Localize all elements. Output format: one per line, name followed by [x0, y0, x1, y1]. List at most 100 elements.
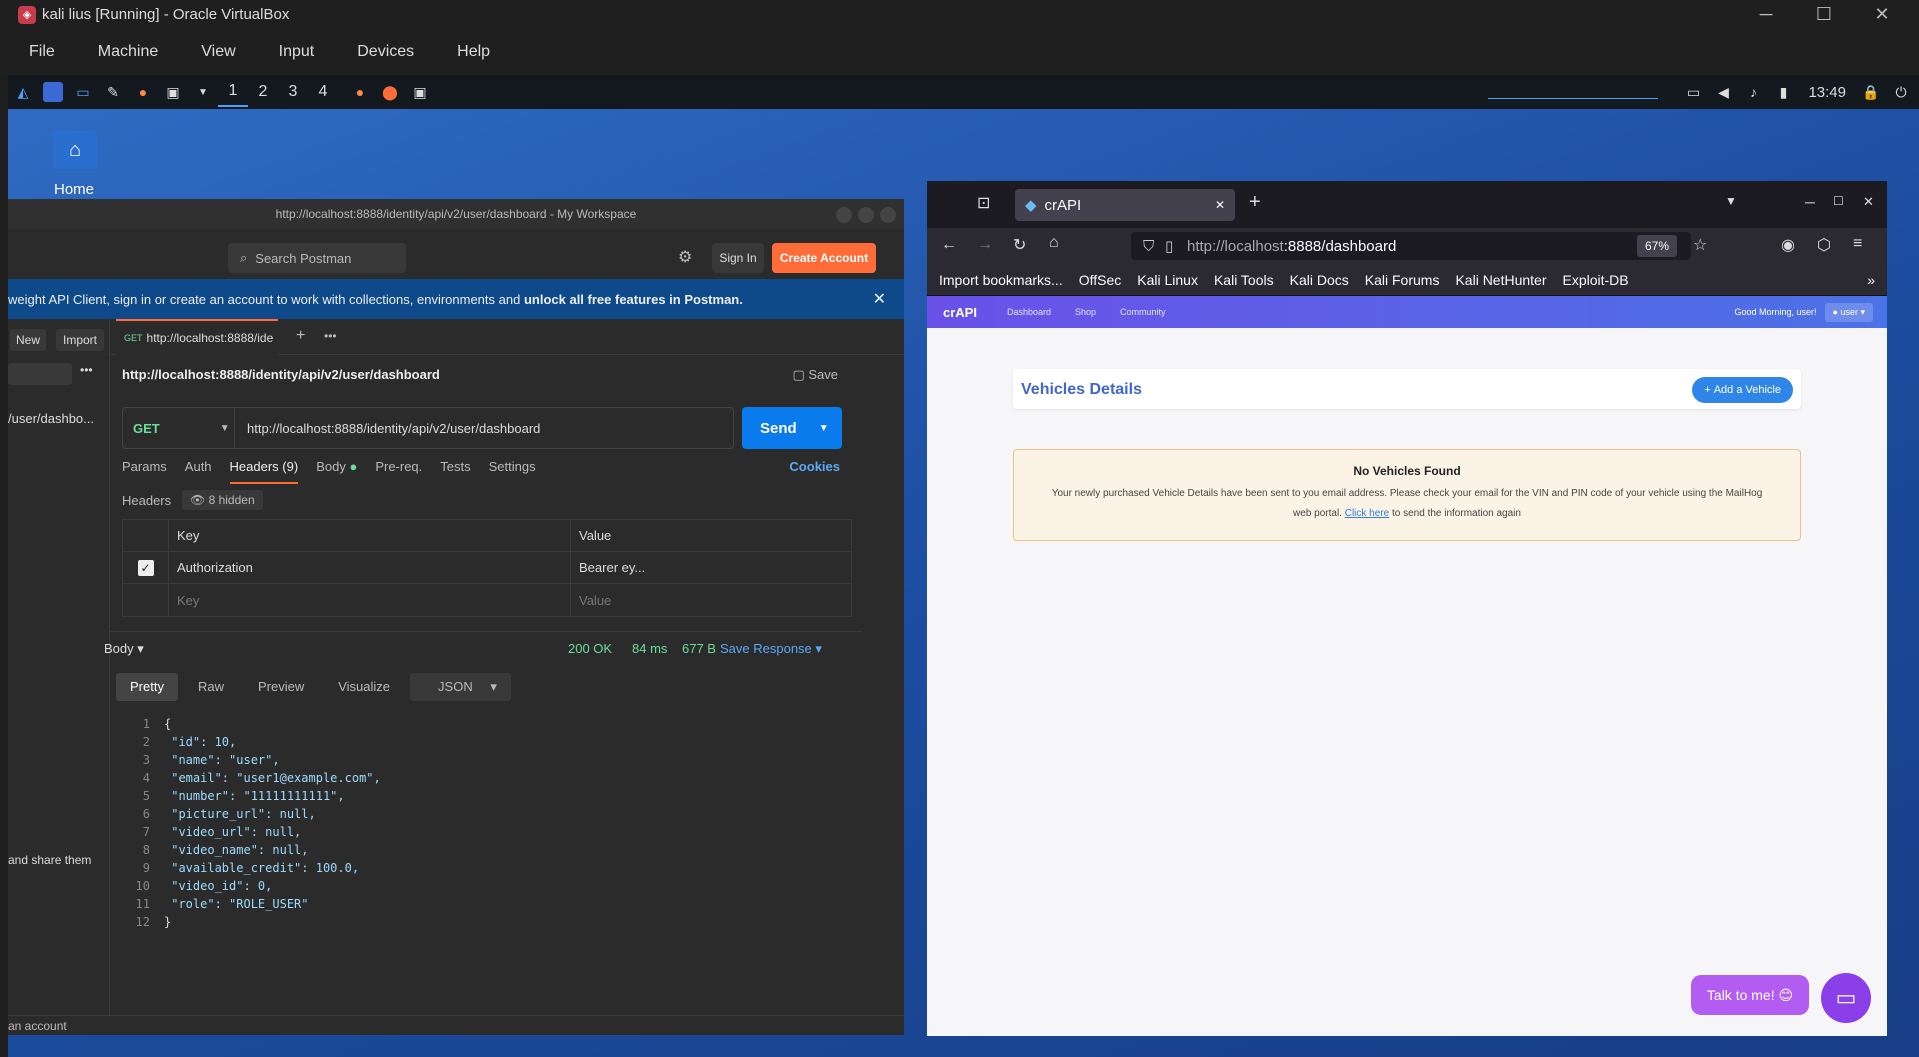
tab-crapi[interactable]: ◆ crAPI ✕ — [1015, 189, 1235, 221]
workspace-2[interactable]: 2 — [248, 77, 278, 107]
chat-icon[interactable]: ▭ — [1821, 973, 1871, 1023]
menu-help[interactable]: Help — [457, 43, 490, 61]
tab-raw[interactable]: Raw — [184, 673, 238, 701]
tab-params[interactable]: Params — [122, 459, 167, 484]
new-value-input[interactable]: Value — [571, 593, 611, 608]
bookmark-kali-tools[interactable]: Kali Tools — [1214, 272, 1274, 288]
nav-community[interactable]: Community — [1120, 307, 1166, 317]
chevron-down-icon[interactable]: ▼ — [193, 82, 213, 102]
bookmark-exploit-db[interactable]: Exploit-DB — [1563, 272, 1629, 288]
menu-devices[interactable]: Devices — [357, 43, 414, 61]
terminal-task-icon[interactable]: ▣ — [410, 82, 430, 102]
menu-machine[interactable]: Machine — [98, 43, 158, 61]
tab-settings[interactable]: Settings — [489, 459, 536, 484]
postman-task-icon[interactable]: ⬤ — [380, 82, 400, 102]
url-bar[interactable]: ⛉ ▯ http://localhost:8888/dashboard — [1131, 232, 1691, 260]
tab-pretty[interactable]: Pretty — [116, 673, 178, 701]
tab-headers[interactable]: Headers (9) — [229, 459, 299, 484]
firefox-task-icon[interactable]: ● — [350, 82, 370, 102]
url-input[interactable]: http://localhost:8888/identity/api/v2/us… — [235, 421, 540, 436]
zoom-indicator[interactable]: 67% — [1637, 235, 1677, 257]
tab-prereq[interactable]: Pre-req. — [375, 459, 422, 484]
bell-icon[interactable]: ♪ — [1743, 82, 1763, 102]
close-icon[interactable] — [880, 207, 896, 223]
maximize-icon[interactable]: ☐ — [1833, 194, 1844, 208]
desktop-icon[interactable] — [43, 82, 63, 102]
bookmark-kali-nethunter[interactable]: Kali NetHunter — [1455, 272, 1546, 288]
minimize-icon[interactable]: ─ — [1805, 194, 1815, 210]
tab-auth[interactable]: Auth — [185, 459, 212, 484]
import-button[interactable]: Import — [56, 329, 104, 351]
sidebar-filter-input[interactable] — [8, 363, 72, 385]
more-icon[interactable]: ••• — [324, 329, 337, 343]
workspace-1[interactable]: 1 — [218, 77, 248, 107]
tab-overview-icon[interactable]: ⊡ — [977, 193, 990, 213]
nav-dashboard[interactable]: Dashboard — [1007, 307, 1051, 317]
close-icon[interactable]: ✕ — [1863, 194, 1874, 210]
menu-input[interactable]: Input — [279, 43, 315, 61]
talk-to-me-bubble[interactable]: Talk to me! 😊 — [1691, 975, 1809, 1015]
more-bookmarks-icon[interactable]: » — [1867, 272, 1875, 288]
close-icon[interactable]: ✕ — [873, 289, 886, 309]
nav-shop[interactable]: Shop — [1075, 307, 1096, 317]
more-icon[interactable]: ••• — [80, 363, 93, 377]
star-icon[interactable]: ☆ — [1693, 235, 1707, 255]
method-select[interactable]: GET ▼ — [123, 408, 235, 448]
save-response-button[interactable]: Save Response ▾ — [720, 641, 822, 657]
terminal-icon[interactable]: ▣ — [163, 82, 183, 102]
tab-body[interactable]: Body ● — [316, 459, 357, 484]
extensions-icon[interactable]: ⬡ — [1817, 235, 1831, 255]
format-select[interactable]: JSON ▾ — [410, 673, 511, 701]
gear-icon[interactable]: ⚙ — [678, 247, 692, 267]
header-value[interactable]: Bearer ey... — [571, 560, 645, 575]
header-checkbox[interactable]: ✓ — [137, 559, 154, 576]
tab-visualize[interactable]: Visualize — [324, 673, 404, 701]
crapi-logo[interactable]: crAPI — [943, 305, 977, 320]
new-button[interactable]: New — [10, 329, 46, 351]
home-folder-icon[interactable]: ⌂ — [53, 131, 97, 169]
menu-view[interactable]: View — [201, 43, 235, 61]
bookmark-kali-docs[interactable]: Kali Docs — [1290, 272, 1349, 288]
search-input[interactable]: ⌕ Search Postman — [228, 243, 406, 273]
power-icon[interactable]: ⏻ — [1891, 82, 1911, 102]
maximize-icon[interactable]: ☐ — [1795, 0, 1853, 29]
add-tab-icon[interactable]: + — [296, 327, 305, 345]
back-icon[interactable]: ← — [941, 236, 957, 254]
response-body-dropdown[interactable]: Body ▾ — [104, 641, 144, 657]
display-icon[interactable]: ▭ — [1683, 82, 1703, 102]
bookmark-offsec[interactable]: OffSec — [1079, 272, 1122, 288]
sidebar-item-dashboard[interactable]: /user/dashbo... — [8, 411, 94, 426]
click-here-link[interactable]: Click here — [1345, 508, 1389, 519]
lock-icon[interactable]: 🔒 — [1861, 82, 1881, 102]
forward-icon[interactable]: → — [977, 236, 993, 254]
sign-in-button[interactable]: Sign In — [712, 243, 764, 273]
bookmark-kali-linux[interactable]: Kali Linux — [1137, 272, 1198, 288]
tab-tests[interactable]: Tests — [440, 459, 470, 484]
add-vehicle-button[interactable]: + Add a Vehicle — [1692, 377, 1793, 403]
text-editor-icon[interactable]: ✎ — [103, 82, 123, 102]
menu-file[interactable]: File — [29, 43, 55, 61]
create-account-button[interactable]: Create Account — [772, 243, 876, 273]
request-tab[interactable]: GET http://localhost:8888/ide — [116, 319, 278, 355]
volume-icon[interactable]: ◀ — [1713, 82, 1733, 102]
save-button[interactable]: ▢ Save — [792, 367, 838, 383]
bookmark-kali-forums[interactable]: Kali Forums — [1365, 272, 1440, 288]
send-button[interactable]: Send ▼ — [742, 407, 842, 449]
close-icon[interactable]: ✕ — [1853, 0, 1911, 29]
maximize-icon[interactable] — [858, 207, 874, 223]
hidden-headers-toggle[interactable]: 👁 8 hidden — [182, 490, 263, 510]
new-key-input[interactable]: Key — [169, 584, 571, 616]
reload-icon[interactable]: ↻ — [1013, 235, 1026, 255]
firefox-icon[interactable]: ● — [133, 82, 153, 102]
tab-preview[interactable]: Preview — [244, 673, 318, 701]
new-tab-icon[interactable]: + — [1249, 191, 1261, 214]
bookmark-import[interactable]: Import bookmarks... — [939, 272, 1063, 288]
home-icon[interactable]: ⌂ — [1049, 234, 1059, 252]
account-icon[interactable]: ◉ — [1781, 235, 1795, 255]
minimize-icon[interactable] — [836, 207, 852, 223]
menu-icon[interactable]: ≡ — [1853, 235, 1862, 253]
workspace-4[interactable]: 4 — [308, 77, 338, 107]
kali-menu-icon[interactable]: ◭ — [13, 82, 33, 102]
chevron-down-icon[interactable]: ▼ — [1725, 194, 1737, 208]
file-manager-icon[interactable]: ▭ — [73, 82, 93, 102]
